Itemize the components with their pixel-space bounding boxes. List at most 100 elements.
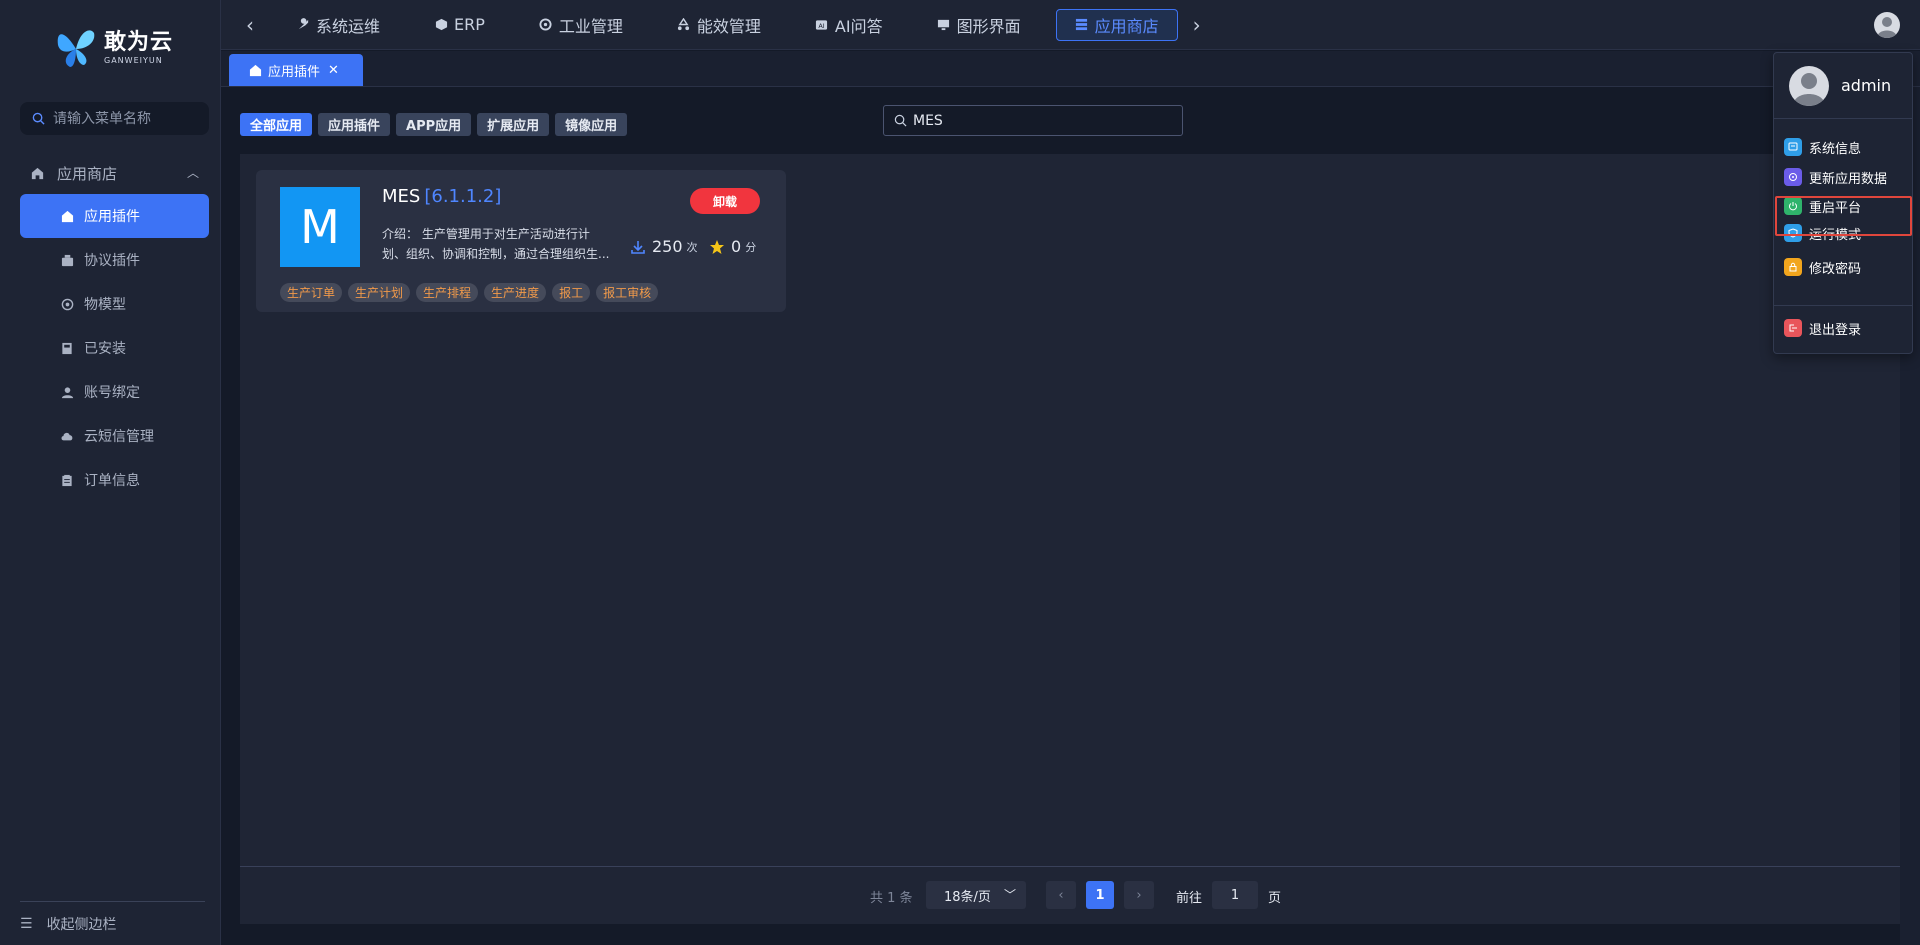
goto-label: 前往 bbox=[1176, 891, 1203, 906]
installed-icon bbox=[60, 341, 74, 355]
content-area: M MES [6.1.1.2] 介绍： 生产管理用于对生产活动进行计 划、组织、协… bbox=[240, 154, 1900, 924]
menu-item-label: 退出登录 bbox=[1809, 322, 1862, 338]
app-card-mes[interactable]: M MES [6.1.1.2] 介绍： 生产管理用于对生产活动进行计 划、组织、协… bbox=[256, 170, 786, 312]
app-tag: 生产订单 bbox=[280, 283, 343, 302]
nav-next-arrow-icon[interactable]: › bbox=[1186, 13, 1208, 37]
page-tab-app-plugins[interactable]: 应用插件 ✕ bbox=[229, 54, 363, 86]
app-description-line1: 介绍： 生产管理用于对生产活动进行计 bbox=[382, 227, 590, 241]
butterfly-icon bbox=[57, 30, 95, 67]
sidebar: 敢为云 GANWEIYUN 应用商店 ︿ 应用插件 协议插件 物模型 已安装 账… bbox=[0, 0, 221, 945]
menu-group-app-store[interactable]: 应用商店 ︿ bbox=[20, 158, 209, 188]
sidebar-item-label: 物模型 bbox=[84, 297, 126, 313]
tab-label: ERP bbox=[454, 15, 485, 34]
refresh-icon bbox=[1784, 168, 1802, 186]
model-icon bbox=[60, 297, 74, 311]
menu-item-label: 修改密码 bbox=[1809, 261, 1862, 277]
download-count: 250 次 bbox=[630, 237, 698, 256]
menu-update-app-data[interactable]: 更新应用数据 bbox=[1784, 162, 1904, 192]
sidebar-item-account-binding[interactable]: 账号绑定 bbox=[20, 370, 209, 414]
tab-system-ops[interactable]: 系统运维 bbox=[277, 9, 399, 41]
chevron-down-icon: ﹀ bbox=[1003, 888, 1016, 902]
app-tag: 生产进度 bbox=[484, 283, 547, 302]
cube-icon bbox=[434, 18, 448, 32]
tab-label: AI问答 bbox=[834, 16, 883, 36]
tab-erp[interactable]: ERP bbox=[415, 9, 504, 41]
sidebar-item-label: 账号绑定 bbox=[84, 385, 140, 401]
store-icon bbox=[249, 64, 262, 76]
top-nav: ‹ 系统运维 ERP 工业管理 能效管理 AI AI问答 图形界面 应用商店 › bbox=[221, 0, 1920, 50]
filter-extensions[interactable]: 扩展应用 bbox=[477, 113, 550, 136]
tab-energy[interactable]: 能效管理 bbox=[658, 9, 780, 41]
brand-name: 敢为云 bbox=[104, 29, 174, 55]
app-description: 介绍： 生产管理用于对生产活动进行计 划、组织、协调和控制，通过合理组织生... bbox=[382, 224, 622, 264]
recycle-icon bbox=[677, 18, 691, 32]
brand-logo[interactable]: 敢为云 GANWEIYUN bbox=[54, 22, 184, 72]
tab-label: 系统运维 bbox=[316, 16, 381, 36]
menu-logout[interactable]: 退出登录 bbox=[1784, 313, 1904, 343]
menu-search-input[interactable] bbox=[53, 110, 193, 127]
tab-graphics[interactable]: 图形界面 bbox=[918, 9, 1040, 41]
page-size-select[interactable]: 18条/页 ﹀ bbox=[926, 881, 1026, 909]
order-icon bbox=[60, 473, 74, 487]
app-description-line2: 划、组织、协调和控制，通过合理组织生... bbox=[382, 247, 610, 261]
filter-all-apps[interactable]: 全部应用 bbox=[240, 113, 313, 136]
sidebar-item-app-plugins[interactable]: 应用插件 bbox=[20, 194, 209, 238]
logout-icon bbox=[1784, 319, 1802, 337]
app-tag: 报工审核 bbox=[596, 283, 659, 302]
rating-unit: 分 bbox=[745, 240, 757, 254]
sidebar-item-installed[interactable]: 已安装 bbox=[20, 326, 209, 370]
user-profile: admin bbox=[1774, 53, 1912, 119]
tab-label: 图形界面 bbox=[956, 16, 1021, 36]
highlight-box bbox=[1775, 196, 1912, 236]
sidebar-item-protocol-plugins[interactable]: 协议插件 bbox=[20, 238, 209, 282]
username: admin bbox=[1841, 76, 1892, 95]
plugin-icon bbox=[60, 253, 74, 267]
tab-label: 能效管理 bbox=[696, 16, 761, 36]
rating-value: 0 bbox=[731, 237, 742, 256]
filter-images[interactable]: 镜像应用 bbox=[555, 113, 628, 136]
sidebar-item-thing-model[interactable]: 物模型 bbox=[20, 282, 209, 326]
cloud-icon bbox=[60, 429, 74, 443]
page-tab-label: 应用插件 bbox=[268, 64, 321, 80]
info-icon bbox=[1784, 138, 1802, 156]
app-tag: 生产排程 bbox=[416, 283, 479, 302]
collapse-label: 收起侧边栏 bbox=[46, 917, 117, 933]
next-page-button[interactable]: › bbox=[1124, 881, 1154, 909]
close-icon[interactable]: ✕ bbox=[328, 63, 339, 78]
app-search[interactable] bbox=[883, 105, 1183, 136]
pagination: 共 1 条 18条/页 ﹀ ‹ 1 › 前往 1 页 bbox=[240, 866, 1900, 924]
download-icon bbox=[631, 240, 645, 254]
menu-search[interactable] bbox=[20, 102, 209, 135]
prev-page-button[interactable]: ‹ bbox=[1046, 881, 1076, 909]
sidebar-item-label: 订单信息 bbox=[84, 473, 140, 489]
search-icon bbox=[894, 114, 907, 127]
menu-group-label: 应用商店 bbox=[57, 164, 118, 183]
download-unit: 次 bbox=[686, 240, 698, 254]
tab-label: 应用商店 bbox=[1094, 16, 1159, 36]
app-title: MES [6.1.1.2] bbox=[382, 186, 501, 207]
page-size-value: 18条/页 bbox=[944, 889, 991, 905]
filter-app-apps[interactable]: APP应用 bbox=[396, 113, 472, 136]
gear-icon bbox=[539, 18, 553, 32]
menu-item-label: 系统信息 bbox=[1809, 141, 1862, 157]
goto-page-input[interactable]: 1 bbox=[1212, 881, 1258, 909]
tab-industrial[interactable]: 工业管理 bbox=[520, 9, 642, 41]
app-tag: 生产计划 bbox=[348, 283, 411, 302]
nav-prev-arrow-icon[interactable]: ‹ bbox=[239, 13, 261, 37]
collapse-icon: ☰ bbox=[20, 916, 33, 932]
user-avatar-large bbox=[1789, 65, 1829, 106]
collapse-sidebar-button[interactable]: ☰ 收起侧边栏 bbox=[20, 901, 205, 934]
menu-change-password[interactable]: 修改密码 bbox=[1784, 252, 1904, 282]
uninstall-button[interactable]: 卸载 bbox=[690, 188, 760, 214]
tab-ai-qa[interactable]: AI AI问答 bbox=[796, 9, 902, 41]
sidebar-item-orders[interactable]: 订单信息 bbox=[20, 458, 209, 502]
user-avatar[interactable] bbox=[1874, 12, 1900, 38]
app-search-input[interactable] bbox=[913, 112, 1173, 129]
tab-label: 工业管理 bbox=[558, 16, 623, 36]
page-button-current[interactable]: 1 bbox=[1086, 881, 1114, 909]
app-logo: M bbox=[280, 187, 360, 267]
filter-app-plugins[interactable]: 应用插件 bbox=[318, 113, 391, 136]
tab-app-store[interactable]: 应用商店 bbox=[1055, 8, 1178, 41]
menu-system-info[interactable]: 系统信息 bbox=[1784, 132, 1904, 162]
sidebar-item-cloud-sms[interactable]: 云短信管理 bbox=[20, 414, 209, 458]
